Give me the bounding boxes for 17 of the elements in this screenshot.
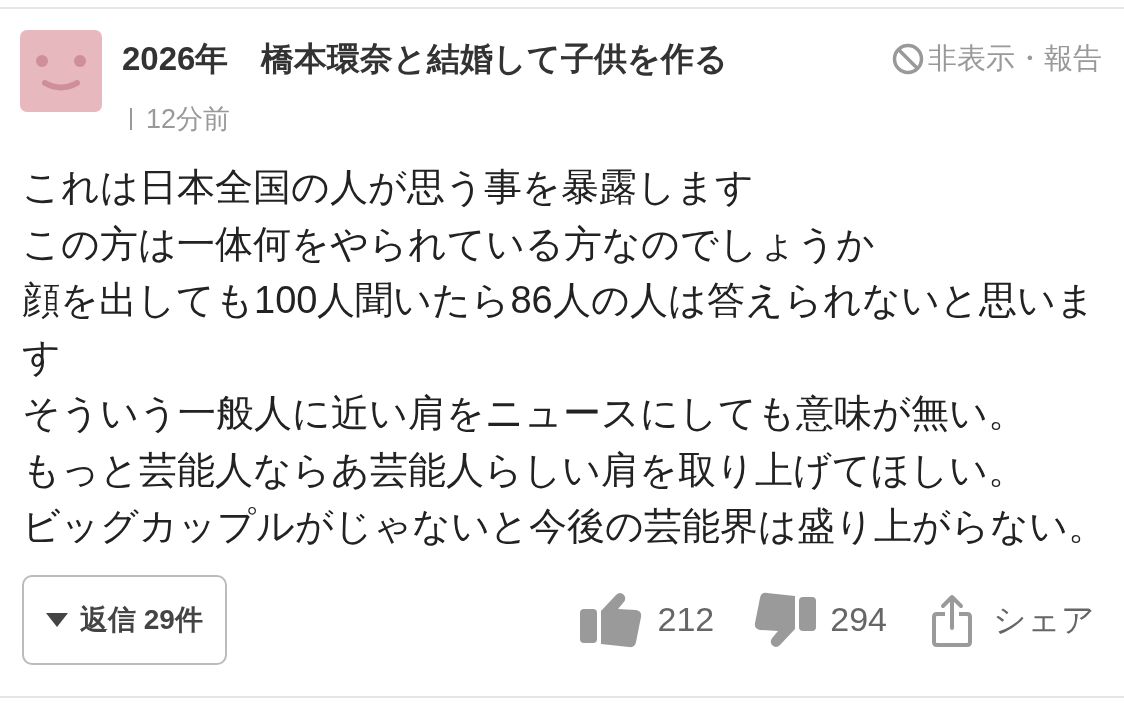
username: 2026年 橋本環奈と結婚して子供を作る bbox=[122, 39, 729, 80]
block-icon bbox=[892, 43, 924, 75]
caret-icon bbox=[46, 612, 68, 627]
comment-line: 顔を出しても100人聞いたら86人の人は答えられないと思います bbox=[22, 278, 1096, 380]
timestamp: 12分前 bbox=[146, 102, 231, 136]
comment-line: この方は一体何をやられている方なのでしょうか bbox=[22, 221, 876, 267]
dislike-button[interactable]: 294 bbox=[754, 591, 887, 648]
smiley-avatar-icon bbox=[20, 30, 102, 112]
comment-line: もっと芸能人ならあ芸能人らしい肩を取り上げてほしい。 bbox=[22, 447, 1027, 493]
like-button[interactable]: 212 bbox=[579, 591, 715, 648]
replies-button[interactable]: 返信 29件 bbox=[22, 574, 227, 665]
comment-line: これは日本全国の人が思う事を暴露します bbox=[22, 165, 755, 210]
thumbs-up-icon bbox=[579, 591, 642, 648]
comment-line: そういう一般人に近い肩をニュースにしても意味が無い。 bbox=[22, 391, 1027, 436]
comment-line: ビッグカップルがじゃないと今後の芸能界は盛り上がらない。 bbox=[22, 504, 1107, 549]
share-button[interactable]: シェア bbox=[931, 591, 1095, 648]
thumbs-down-icon bbox=[754, 591, 817, 648]
